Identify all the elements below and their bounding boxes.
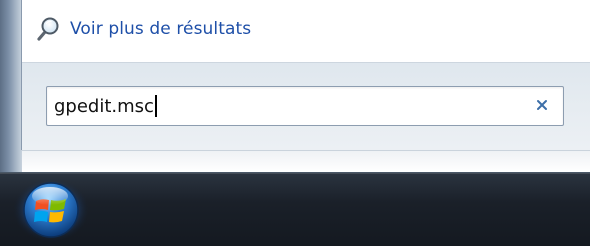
search-icon	[36, 15, 62, 43]
start-menu-screenshot: Voir plus de résultats gpedit.msc	[0, 0, 590, 246]
see-more-results-label: Voir plus de résultats	[70, 19, 252, 39]
windows-logo-icon	[13, 178, 89, 242]
see-more-results-link[interactable]: Voir plus de résultats	[36, 14, 251, 44]
start-search-input[interactable]: gpedit.msc	[46, 86, 564, 126]
start-menu-bottom-edge	[0, 150, 590, 172]
start-menu-results-pane: Voir plus de résultats	[22, 0, 590, 62]
start-menu-frame-corner	[0, 150, 22, 172]
taskbar	[0, 172, 590, 246]
clear-search-button[interactable]	[531, 95, 553, 117]
search-input-value: gpedit.msc	[54, 95, 154, 117]
divider	[22, 150, 590, 151]
text-caret	[154, 95, 157, 117]
start-button[interactable]	[12, 177, 90, 243]
start-menu-frame	[0, 0, 22, 172]
close-icon	[535, 97, 549, 116]
search-band: gpedit.msc	[22, 62, 590, 151]
